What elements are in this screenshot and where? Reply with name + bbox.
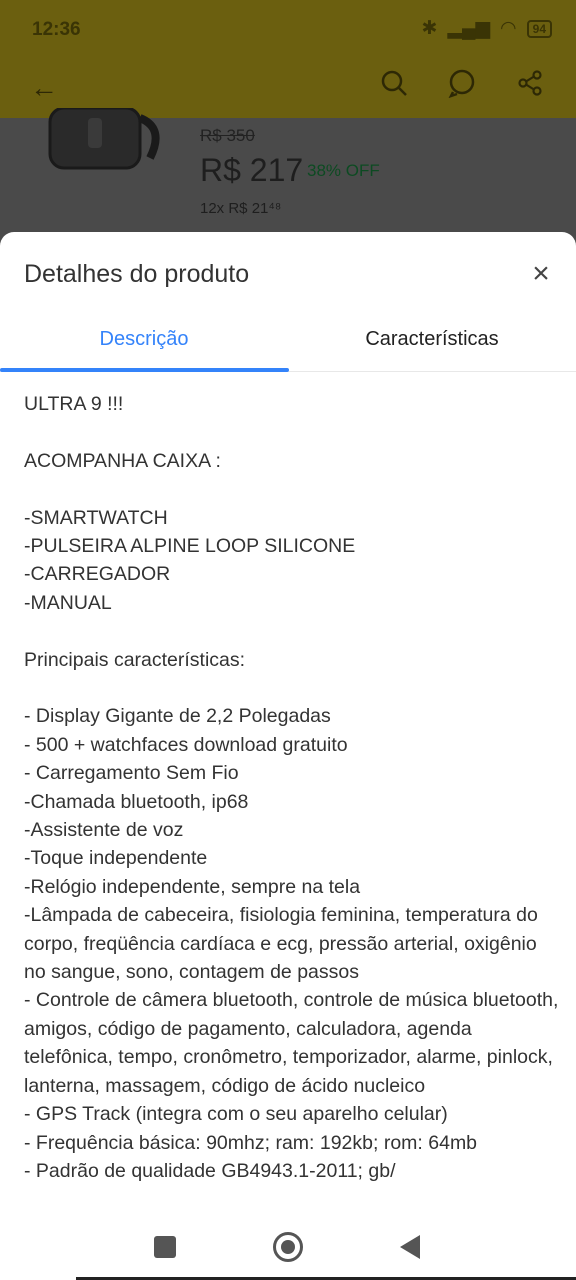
description-line: ACOMPANHA CAIXA : — [24, 449, 221, 472]
description-line — [24, 617, 560, 645]
description-line — [24, 418, 560, 446]
description-line: Principais características: — [24, 648, 246, 671]
product-image — [48, 108, 160, 170]
description-line: -MANUAL — [24, 591, 112, 614]
description-line: - Padrão de qualidade GB4943.1-2011; gb/ — [24, 1159, 396, 1182]
description-line: -PULSEIRA ALPINE LOOP SILICONE — [24, 535, 356, 557]
description-line: -Chamada bluetooth, ip68 — [24, 790, 249, 813]
tab-caracteristicas[interactable]: Características — [288, 314, 576, 372]
description-line — [24, 674, 560, 702]
app-header-background: 12:36 ✱ ▂▄▆ ◠ 94 ← — [0, 0, 576, 118]
description-line: - Controle de câmera bluetooth, controle… — [24, 989, 559, 1097]
price: R$ 217 — [200, 152, 304, 188]
status-time: 12:36 — [32, 19, 81, 40]
signal-icon: ▂▄▆ — [447, 18, 491, 39]
status-icons: ✱ ▂▄▆ ◠ 94 — [421, 17, 552, 40]
description-line — [24, 475, 560, 503]
description-line: - 500 + watchfaces download gratuito — [24, 733, 348, 756]
description-line: - Frequência básica: 90mhz; ram: 192kb; … — [24, 1131, 478, 1154]
description-line: - Carregamento Sem Fio — [24, 762, 239, 785]
tab-descricao[interactable]: Descrição — [0, 314, 288, 372]
status-bar: 12:36 ✱ ▂▄▆ ◠ 94 — [0, 0, 576, 58]
old-price: R$ 350 — [200, 126, 255, 145]
active-tab-indicator — [0, 368, 289, 372]
description-text: ULTRA 9 !!! ACOMPANHA CAIXA : -SMARTWATC… — [24, 390, 560, 1185]
description-line: -CARREGADOR — [24, 563, 171, 586]
wifi-icon: ◠ — [500, 18, 517, 39]
installments: 12x R$ 21⁴⁸ — [200, 200, 282, 217]
discount-badge: 38% OFF — [307, 161, 380, 180]
description-line: -Assistente de voz — [24, 819, 184, 842]
battery-icon: 94 — [526, 19, 552, 38]
whatsapp-icon[interactable] — [442, 68, 482, 108]
description-line: -Relógio independente, sempre na tela — [24, 875, 361, 898]
back-triangle-icon[interactable] — [400, 1232, 430, 1262]
description-line: - Display Gigante de 2,2 Polegadas — [24, 705, 331, 728]
sheet-title: Detalhes do produto — [24, 260, 250, 288]
description-line: -Lâmpada de cabeceira, fisiologia femini… — [24, 904, 538, 984]
bluetooth-icon: ✱ — [421, 18, 438, 39]
description-line: -Toque independente — [24, 847, 208, 870]
description-line: - GPS Track (integra com o seu aparelho … — [24, 1103, 448, 1126]
tabs: Descrição Características — [0, 314, 576, 372]
system-nav-bar — [0, 1212, 576, 1280]
description-line: ULTRA 9 !!! — [24, 393, 124, 415]
description-line: -SMARTWATCH — [24, 506, 168, 529]
product-summary-background: R$ 350 R$ 217 38% OFF 12x R$ 21⁴⁸ — [0, 108, 576, 248]
share-icon[interactable] — [510, 68, 550, 108]
close-icon[interactable]: × — [526, 259, 556, 290]
back-arrow-icon[interactable]: ← — [24, 68, 64, 108]
recent-apps-icon[interactable] — [150, 1232, 180, 1262]
product-details-sheet: Detalhes do produto × Descrição Caracter… — [0, 232, 576, 1280]
search-icon[interactable] — [374, 68, 414, 108]
home-icon[interactable] — [273, 1232, 303, 1262]
